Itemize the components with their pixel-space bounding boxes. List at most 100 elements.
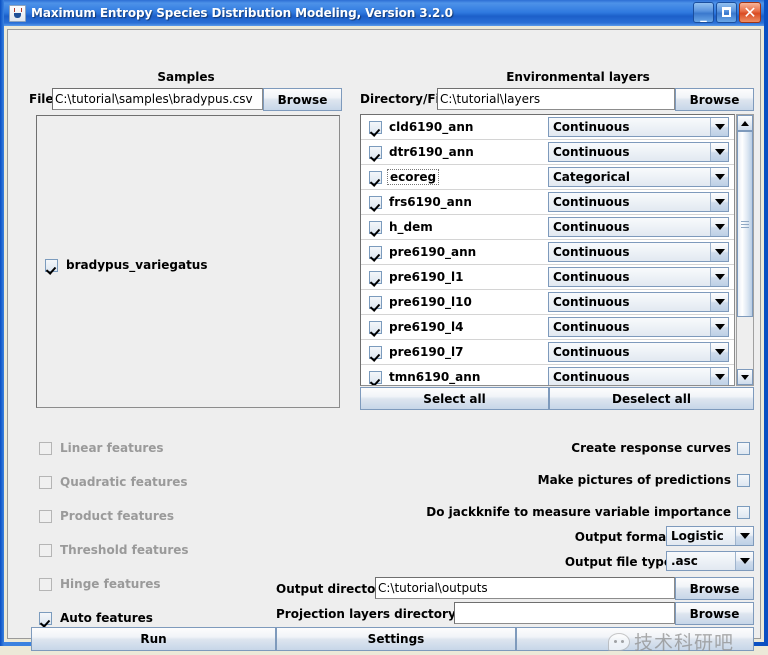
scroll-thumb-grip bbox=[741, 220, 749, 228]
settings-button[interactable]: Settings bbox=[276, 627, 516, 651]
env-layer-row[interactable]: pre6190_l1 Continuous bbox=[361, 265, 734, 290]
env-layer-checkbox[interactable] bbox=[369, 220, 382, 234]
option-checkbox[interactable] bbox=[737, 441, 750, 455]
env-layers-scrollbar[interactable] bbox=[736, 114, 754, 386]
feature-checkbox[interactable] bbox=[39, 611, 52, 625]
env-layer-name-cell[interactable]: pre6190_ann bbox=[361, 245, 547, 259]
env-layer-name-cell[interactable]: frs6190_ann bbox=[361, 195, 547, 209]
env-layer-row[interactable]: frs6190_ann Continuous bbox=[361, 190, 734, 215]
option-row[interactable]: Create response curves bbox=[388, 432, 750, 464]
env-layer-type-select[interactable]: Continuous bbox=[548, 367, 729, 385]
env-layer-row[interactable]: pre6190_l10 Continuous bbox=[361, 290, 734, 315]
env-layer-name-cell[interactable]: pre6190_l7 bbox=[361, 345, 547, 359]
env-layer-name-cell[interactable]: tmn6190_ann bbox=[361, 370, 547, 384]
env-layer-type-value: Categorical bbox=[549, 168, 710, 186]
env-layer-checkbox[interactable] bbox=[369, 270, 382, 284]
chevron-down-icon bbox=[735, 552, 753, 570]
minimize-button[interactable]: _ bbox=[693, 2, 714, 23]
select-all-button[interactable]: Select all bbox=[360, 387, 549, 410]
env-layer-label: tmn6190_ann bbox=[389, 370, 481, 384]
samples-file-label: File bbox=[29, 92, 54, 106]
env-directory-input[interactable]: C:\tutorial\layers bbox=[437, 88, 675, 110]
feature-label: Quadratic features bbox=[60, 475, 188, 489]
env-layer-row[interactable]: cld6190_ann Continuous bbox=[361, 115, 734, 140]
env-layer-type-select[interactable]: Continuous bbox=[548, 292, 729, 312]
env-layer-checkbox[interactable] bbox=[369, 295, 382, 309]
projection-directory-input[interactable] bbox=[454, 602, 675, 624]
option-checkbox[interactable] bbox=[737, 505, 750, 519]
env-layer-type-value: Continuous bbox=[549, 368, 710, 385]
env-layer-row[interactable]: pre6190_l4 Continuous bbox=[361, 315, 734, 340]
samples-species-list[interactable]: bradypus_variegatus bbox=[36, 115, 340, 408]
env-layer-label: pre6190_ann bbox=[389, 245, 477, 259]
maximize-button[interactable] bbox=[716, 2, 737, 23]
env-layer-type-select[interactable]: Continuous bbox=[548, 117, 729, 137]
env-browse-button[interactable]: Browse bbox=[675, 88, 754, 111]
env-layers-list[interactable]: cld6190_ann Continuous dtr6190_ann Continuo… bbox=[360, 114, 735, 386]
env-layer-checkbox[interactable] bbox=[369, 345, 382, 359]
env-layer-type-select[interactable]: Continuous bbox=[548, 192, 729, 212]
env-layer-type-select[interactable]: Continuous bbox=[548, 142, 729, 162]
species-checkbox[interactable] bbox=[45, 258, 58, 272]
env-layer-row[interactable]: pre6190_l7 Continuous bbox=[361, 340, 734, 365]
env-layer-name-cell[interactable]: pre6190_l4 bbox=[361, 320, 547, 334]
species-row[interactable]: bradypus_variegatus bbox=[37, 254, 339, 276]
chevron-down-icon bbox=[735, 527, 753, 545]
feature-checkbox bbox=[39, 509, 52, 523]
env-layer-checkbox[interactable] bbox=[369, 370, 382, 384]
env-layer-type-select[interactable]: Continuous bbox=[548, 242, 729, 262]
env-layer-type-value: Continuous bbox=[549, 243, 710, 261]
env-layer-checkbox[interactable] bbox=[369, 145, 382, 159]
env-layer-row[interactable]: dtr6190_ann Continuous bbox=[361, 140, 734, 165]
samples-file-input[interactable]: C:\tutorial\samples\bradypus.csv bbox=[52, 88, 263, 110]
option-checkbox[interactable] bbox=[737, 473, 750, 487]
env-layer-checkbox[interactable] bbox=[369, 170, 382, 184]
help-button[interactable] bbox=[516, 627, 754, 651]
env-layer-type-value: Continuous bbox=[549, 118, 710, 136]
samples-browse-button[interactable]: Browse bbox=[263, 88, 342, 111]
env-layer-type-select[interactable]: Continuous bbox=[548, 342, 729, 362]
env-layer-name-cell[interactable]: dtr6190_ann bbox=[361, 145, 547, 159]
output-format-select[interactable]: Logistic bbox=[666, 526, 754, 546]
env-layer-checkbox[interactable] bbox=[369, 195, 382, 209]
env-layer-type-select[interactable]: Continuous bbox=[548, 267, 729, 287]
env-layer-row[interactable]: h_dem Continuous bbox=[361, 215, 734, 240]
option-row[interactable]: Do jackknife to measure variable importa… bbox=[388, 496, 750, 528]
env-layer-type-value: Continuous bbox=[549, 268, 710, 286]
env-layer-label: dtr6190_ann bbox=[389, 145, 474, 159]
scroll-track[interactable] bbox=[737, 131, 753, 369]
env-layer-name-cell[interactable]: h_dem bbox=[361, 220, 547, 234]
env-layer-type-select[interactable]: Continuous bbox=[548, 217, 729, 237]
run-button[interactable]: Run bbox=[31, 627, 276, 651]
option-row[interactable]: Make pictures of predictions bbox=[388, 464, 750, 496]
env-layer-type-value: Continuous bbox=[549, 218, 710, 236]
deselect-all-button[interactable]: Deselect all bbox=[549, 387, 754, 410]
maximize-icon bbox=[722, 7, 731, 17]
env-layer-name-cell[interactable]: pre6190_l1 bbox=[361, 270, 547, 284]
output-directory-browse-button[interactable]: Browse bbox=[675, 577, 754, 600]
scroll-thumb[interactable] bbox=[737, 131, 753, 317]
projection-directory-browse-button[interactable]: Browse bbox=[675, 602, 754, 625]
close-button[interactable]: ✕ bbox=[739, 2, 761, 23]
env-layer-name-cell[interactable]: cld6190_ann bbox=[361, 120, 547, 134]
scroll-up-button[interactable] bbox=[737, 115, 753, 131]
window-title: Maximum Entropy Species Distribution Mod… bbox=[31, 6, 453, 20]
env-layer-checkbox[interactable] bbox=[369, 120, 382, 134]
feature-checkbox bbox=[39, 577, 52, 591]
env-layer-label: pre6190_l10 bbox=[389, 295, 472, 309]
title-bar[interactable]: Maximum Entropy Species Distribution Mod… bbox=[4, 0, 764, 26]
env-layer-type-select[interactable]: Categorical bbox=[548, 167, 729, 187]
env-layer-type-select[interactable]: Continuous bbox=[548, 317, 729, 337]
env-layer-row[interactable]: tmn6190_ann Continuous bbox=[361, 365, 734, 385]
env-layer-name-cell[interactable]: pre6190_l10 bbox=[361, 295, 547, 309]
env-layer-checkbox[interactable] bbox=[369, 245, 382, 259]
env-layer-row[interactable]: ecoreg Categorical bbox=[361, 165, 734, 190]
output-directory-input[interactable]: C:\tutorial\outputs bbox=[375, 577, 675, 599]
env-layer-label: pre6190_l4 bbox=[389, 320, 464, 334]
env-layer-name-cell[interactable]: ecoreg bbox=[361, 169, 547, 185]
output-filetype-select[interactable]: .asc bbox=[666, 551, 754, 571]
env-layer-row[interactable]: pre6190_ann Continuous bbox=[361, 240, 734, 265]
chevron-down-icon bbox=[710, 268, 728, 286]
scroll-down-button[interactable] bbox=[737, 369, 753, 385]
env-layer-checkbox[interactable] bbox=[369, 320, 382, 334]
